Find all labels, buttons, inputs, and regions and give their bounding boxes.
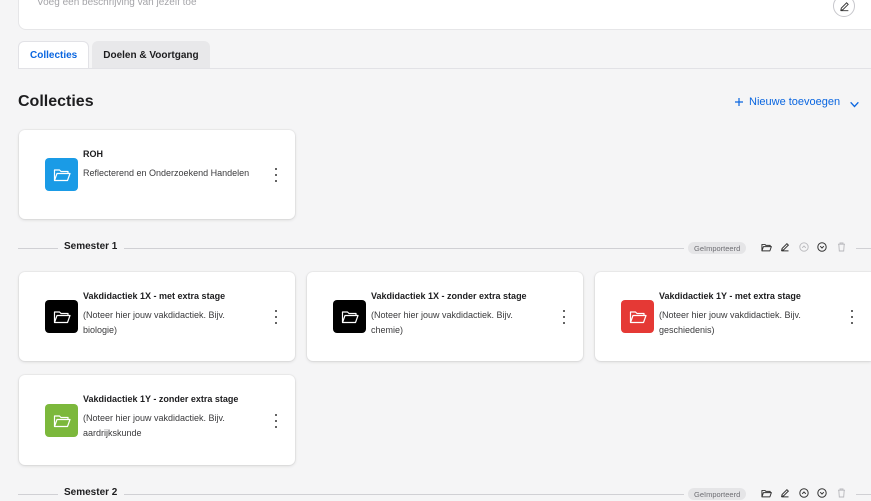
open-folder-button[interactable] [760,241,772,253]
folder-open-icon [629,310,647,323]
card-title: Vakdidactiek 1X - met extra stage [83,291,226,301]
plus-icon [735,98,743,106]
divider [18,494,58,495]
edit-semester-button[interactable] [779,487,791,499]
delete-semester-button[interactable] [835,241,847,253]
divider [18,248,58,249]
collection-color-tile [45,404,78,437]
move-down-button[interactable] [816,487,828,499]
folder-open-icon [341,310,359,323]
profile-card: Voeg een beschrijving van jezelf toe [18,0,871,30]
card-menu-button[interactable] [559,310,569,324]
move-up-button[interactable] [798,241,810,253]
collection-color-tile [45,158,78,191]
pencil-icon [781,488,790,498]
card-subtitle: (Noteer hier jouw vakdidactiek. Bijv. aa… [83,413,225,438]
card-subtitle: Reflecterend en Onderzoekend Handelen [83,168,250,178]
collection-card-roh[interactable]: ROH Reflecterend en Onderzoekend Handele… [19,130,295,219]
delete-semester-button[interactable] [835,487,847,499]
tab-divider [18,68,871,69]
card-subtitle: (Noteer hier jouw vakdidactiek. Bijv. bi… [83,310,225,335]
collection-color-tile [333,300,366,333]
card-subtitle: (Noteer hier jouw vakdidactiek. Bijv. ch… [371,310,513,335]
page-title: Collecties [18,93,94,110]
semester-title: Semester 2 [64,487,118,498]
divider [856,248,871,249]
imported-badge: Geïmporteerd [688,488,747,500]
open-folder-button[interactable] [760,487,772,499]
card-menu-button[interactable] [847,310,857,324]
card-menu-button[interactable] [271,168,281,182]
semester-header: Semester 1 Geïmporteerd [18,241,871,255]
move-up-button[interactable] [798,487,810,499]
folder-open-icon [760,243,772,251]
collection-card[interactable]: Vakdidactiek 1X - zonder extra stage (No… [307,272,583,361]
trash-icon [837,488,845,498]
collection-color-tile [45,300,78,333]
divider [856,494,871,495]
add-new-button[interactable]: Nieuwe toevoegen [734,96,840,108]
add-options-dropdown[interactable] [849,97,860,115]
collection-card[interactable]: Vakdidactiek 1Y - zonder extra stage (No… [19,375,295,465]
collection-color-tile [621,300,654,333]
card-title: Vakdidactiek 1Y - met extra stage [659,291,801,301]
arrow-down-circle-icon [817,488,827,498]
arrow-down-circle-icon [817,242,827,252]
edit-profile-button[interactable] [833,0,855,17]
folder-open-icon [760,489,772,497]
card-title: ROH [83,149,103,159]
folder-open-icon [53,168,71,181]
semester-title: Semester 1 [64,241,118,252]
semester-header: Semester 2 Geïmporteerd [18,487,871,501]
move-down-button[interactable] [816,241,828,253]
card-menu-button[interactable] [271,414,281,428]
trash-icon [837,242,845,252]
add-new-label: Nieuwe toevoegen [749,96,841,108]
card-title: Vakdidactiek 1X - zonder extra stage [371,291,527,301]
arrow-up-circle-icon [799,488,809,498]
tab-doelen-voortgang[interactable]: Doelen & Voortgang [92,41,210,69]
divider [124,494,684,495]
collection-card[interactable]: Vakdidactiek 1X - met extra stage (Notee… [19,272,295,361]
divider [124,248,684,249]
pencil-icon [839,1,849,11]
profile-description[interactable]: Voeg een beschrijving van jezelf toe [37,0,197,8]
folder-open-icon [53,414,71,427]
pencil-icon [781,242,790,252]
arrow-up-circle-icon [799,242,809,252]
chevron-down-icon [850,101,859,108]
collection-card[interactable]: Vakdidactiek 1Y - met extra stage (Notee… [595,272,871,361]
tab-bar: Collecties Doelen & Voortgang [18,41,210,69]
tab-collecties[interactable]: Collecties [18,41,90,69]
card-subtitle: (Noteer hier jouw vakdidactiek. Bijv. ge… [659,310,801,335]
card-title: Vakdidactiek 1Y - zonder extra stage [83,394,239,404]
imported-badge: Geïmporteerd [688,242,747,254]
folder-open-icon [53,310,71,323]
card-menu-button[interactable] [271,310,281,324]
edit-semester-button[interactable] [779,241,791,253]
